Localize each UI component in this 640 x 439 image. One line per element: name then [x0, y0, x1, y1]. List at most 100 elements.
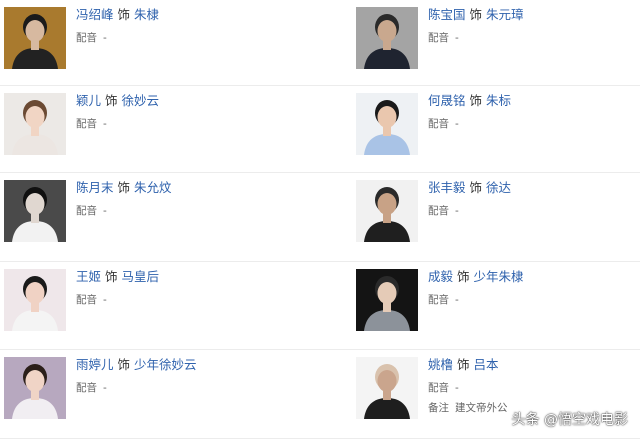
role-name-link[interactable]: 徐达 — [486, 180, 511, 195]
cast-info: 陈宝国饰朱元璋配音 - — [428, 5, 640, 48]
dubbing-label: 配音 — [428, 118, 449, 130]
dubbing-label: 配音 — [76, 118, 97, 130]
dubbing-value: - — [103, 32, 107, 44]
role-name-link[interactable]: 吕本 — [474, 357, 499, 372]
avatar-face — [377, 20, 397, 42]
plays-label: 饰 — [457, 357, 470, 372]
role-name-link[interactable]: 朱标 — [486, 93, 511, 108]
cast-credit: 颖儿饰徐妙云 — [76, 91, 304, 111]
dubbing-label: 配音 — [76, 382, 97, 394]
actor-photo[interactable] — [356, 7, 418, 69]
plays-label: 饰 — [117, 180, 131, 195]
role-name-link[interactable]: 朱允炆 — [134, 180, 172, 195]
cast-row: 冯绍峰饰朱棣 配音 - 陈宝国饰朱元璋 配音 - — [0, 0, 640, 86]
avatar-silhouette — [4, 93, 66, 155]
cast-row: 颖儿饰徐妙云 配音 - 何晟铭饰朱标 配音 - — [0, 86, 640, 173]
role-name-link[interactable]: 少年朱棣 — [474, 269, 524, 284]
avatar-face — [25, 282, 45, 304]
avatar-silhouette — [356, 357, 418, 419]
dubbing-row: 配音 - — [428, 114, 640, 134]
avatar-silhouette — [4, 180, 66, 242]
actor-photo[interactable] — [356, 93, 418, 155]
note-value: 建文帝外公 — [455, 402, 508, 414]
avatar-face — [25, 20, 45, 42]
avatar-silhouette — [356, 93, 418, 155]
avatar-face — [377, 282, 397, 304]
role-name-link[interactable]: 徐妙云 — [122, 93, 160, 108]
dubbing-label: 配音 — [428, 205, 449, 217]
actor-photo[interactable] — [4, 93, 66, 155]
avatar-face — [25, 193, 45, 215]
cast-credit: 何晟铭饰朱标 — [428, 91, 640, 111]
dubbing-value: - — [455, 118, 459, 130]
avatar-silhouette — [356, 269, 418, 331]
cast-card: 颖儿饰徐妙云配音 - — [4, 86, 304, 172]
actor-name-link[interactable]: 颖儿 — [76, 93, 101, 108]
dubbing-value: - — [103, 382, 107, 394]
cast-credit: 成毅饰少年朱棣 — [428, 267, 640, 287]
cast-list: 冯绍峰饰朱棣 配音 - 陈宝国饰朱元璋 配音 - 颖儿饰徐妙云 配音 - 何晟铭饰朱标 配音 - 陈月末… — [0, 0, 640, 439]
avatar-face — [25, 106, 45, 128]
cast-credit: 雨婷儿饰少年徐妙云 — [76, 355, 304, 375]
avatar-face — [377, 193, 397, 215]
plays-label: 饰 — [469, 7, 483, 22]
actor-name-link[interactable]: 陈宝国 — [428, 7, 466, 22]
actor-name-link[interactable]: 成毅 — [428, 269, 453, 284]
dubbing-row: 配音 - — [76, 28, 304, 48]
dubbing-value: - — [103, 118, 107, 130]
actor-photo[interactable] — [356, 180, 418, 242]
dubbing-value: - — [455, 205, 459, 217]
avatar-silhouette — [356, 180, 418, 242]
watermark: 头条 @悟空戏电影 — [511, 412, 628, 428]
dubbing-row: 配音 - — [428, 28, 640, 48]
actor-name-link[interactable]: 王姬 — [76, 269, 101, 284]
actor-name-link[interactable]: 姚橹 — [428, 357, 453, 372]
avatar-silhouette — [4, 7, 66, 69]
cast-info: 张丰毅饰徐达配音 - — [428, 178, 640, 221]
role-name-link[interactable]: 朱元璋 — [486, 7, 524, 22]
cast-credit: 姚橹饰吕本 — [428, 355, 640, 375]
plays-label: 饰 — [469, 180, 483, 195]
cast-row: 陈月末饰朱允炆 配音 - 张丰毅饰徐达 配音 - — [0, 173, 640, 262]
actor-name-link[interactable]: 张丰毅 — [428, 180, 466, 195]
cast-info: 何晟铭饰朱标 配音 - — [428, 91, 640, 134]
actor-photo[interactable] — [4, 269, 66, 331]
cast-credit: 陈月末饰朱允炆 — [76, 178, 304, 198]
avatar-face — [25, 370, 45, 392]
dubbing-value: - — [455, 294, 459, 306]
avatar-silhouette — [4, 357, 66, 419]
actor-name-link[interactable]: 陈月末 — [76, 180, 114, 195]
actor-photo[interactable] — [356, 357, 418, 419]
role-name-link[interactable]: 朱棣 — [134, 7, 159, 22]
cast-card: 冯绍峰饰朱棣 配音 - — [4, 0, 304, 85]
cast-info: 冯绍峰饰朱棣 配音 - — [76, 5, 304, 48]
dubbing-value: - — [103, 205, 107, 217]
cast-card: 陈宝国饰朱元璋配音 - — [356, 0, 640, 85]
cast-info: 颖儿饰徐妙云配音 - — [76, 91, 304, 134]
actor-photo[interactable] — [4, 357, 66, 419]
dubbing-label: 配音 — [76, 32, 97, 44]
actor-photo[interactable] — [356, 269, 418, 331]
avatar-face — [377, 370, 397, 392]
dubbing-label: 配音 — [428, 32, 449, 44]
role-name-link[interactable]: 少年徐妙云 — [134, 357, 197, 372]
actor-name-link[interactable]: 雨婷儿 — [76, 357, 114, 372]
note-label: 备注 — [428, 402, 449, 414]
avatar-silhouette — [356, 7, 418, 69]
dubbing-label: 配音 — [76, 205, 97, 217]
dubbing-row: 配音 - — [428, 290, 640, 310]
cast-card: 雨婷儿饰少年徐妙云配音 - — [4, 350, 304, 438]
cast-credit: 王姬饰马皇后 — [76, 267, 304, 287]
avatar-silhouette — [4, 269, 66, 331]
dubbing-row: 配音 - — [428, 201, 640, 221]
actor-name-link[interactable]: 冯绍峰 — [76, 7, 114, 22]
dubbing-row: 配音 - — [428, 378, 640, 398]
cast-info: 陈月末饰朱允炆配音 - — [76, 178, 304, 221]
cast-credit: 冯绍峰饰朱棣 — [76, 5, 304, 25]
cast-info: 王姬饰马皇后 配音 - — [76, 267, 304, 310]
actor-photo[interactable] — [4, 180, 66, 242]
role-name-link[interactable]: 马皇后 — [122, 269, 160, 284]
actor-name-link[interactable]: 何晟铭 — [428, 93, 466, 108]
actor-photo[interactable] — [4, 7, 66, 69]
plays-label: 饰 — [105, 269, 118, 284]
